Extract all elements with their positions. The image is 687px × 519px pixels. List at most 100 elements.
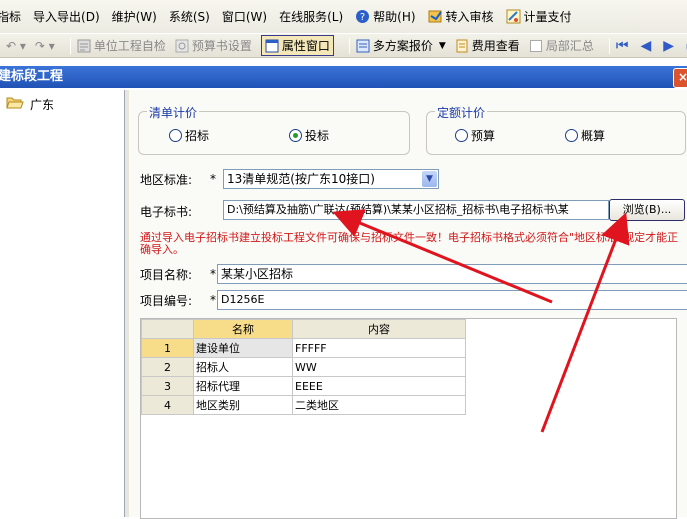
column-header-content[interactable]: 内容 bbox=[292, 319, 466, 339]
prev-page-icon[interactable]: ◀ bbox=[640, 38, 651, 54]
svg-text:?: ? bbox=[360, 12, 365, 23]
menu-item-transfer-audit[interactable]: 转入审核 bbox=[428, 8, 494, 25]
menu-item-help[interactable]: ? 帮助(H) bbox=[355, 8, 416, 25]
row-number: 2 bbox=[141, 357, 194, 377]
unit-check-icon bbox=[77, 39, 91, 53]
project-code-field[interactable]: D1256E bbox=[217, 290, 687, 310]
chevron-down-icon[interactable]: ▼ bbox=[422, 171, 437, 187]
toolbar-separator bbox=[348, 37, 350, 54]
cell-name[interactable]: 招标人 bbox=[193, 357, 293, 377]
attr-window-button[interactable]: 属性窗口 bbox=[260, 35, 334, 56]
bill-pricing-title: 清单计价 bbox=[147, 104, 200, 121]
table-row[interactable]: 2 招标人 WW bbox=[141, 357, 466, 377]
cell-name[interactable]: 招标代理 bbox=[193, 376, 293, 396]
row-number: 4 bbox=[141, 395, 194, 415]
attr-window-icon bbox=[265, 39, 279, 53]
info-grid: 名称 内容 1 建设单位 FFFFF 2 招标人 WW 3 招标代理 EEEE … bbox=[140, 318, 677, 519]
close-icon[interactable]: × bbox=[673, 68, 687, 88]
tree-node-label: 广东 bbox=[28, 95, 57, 113]
table-header-row: 名称 内容 bbox=[141, 319, 466, 339]
quota-pricing-title: 定额计价 bbox=[435, 104, 488, 121]
project-code-label: 项目编号: bbox=[140, 294, 193, 308]
form-panel: 清单计价 招标 投标 定额计价 预算 概算 地区标准: * 13清单规范(按广东… bbox=[129, 90, 687, 519]
menu-item-indicator[interactable]: 指标 bbox=[0, 8, 21, 25]
toolbar-separator bbox=[69, 37, 71, 54]
bill-pricing-group: 清单计价 招标 投标 bbox=[138, 104, 410, 155]
local-sum-checkbox-icon[interactable] bbox=[529, 39, 543, 53]
radio-tender[interactable]: 招标 bbox=[169, 127, 209, 144]
menu-item-system[interactable]: 系统(S) bbox=[169, 8, 210, 25]
column-header-name[interactable]: 名称 bbox=[193, 319, 293, 339]
browse-button[interactable]: 浏览(B)... bbox=[609, 199, 685, 221]
undo-button[interactable]: ↶ ▾ bbox=[6, 39, 26, 53]
payment-icon bbox=[506, 9, 521, 24]
info-table: 名称 内容 1 建设单位 FFFFF 2 招标人 WW 3 招标代理 EEEE … bbox=[141, 319, 466, 415]
menu-item-maintain[interactable]: 维护(W) bbox=[112, 8, 157, 25]
toolbar: ↶ ▾ ↷ ▾ 单位工程自检 预算书设置 属性窗口 多方案报价 ▼ 费用查看 局… bbox=[0, 33, 687, 58]
menu-item-payment[interactable]: 计量支付 bbox=[506, 8, 572, 25]
window-titlebar: 建标段工程 × bbox=[0, 66, 687, 88]
radio-estimate-circle bbox=[565, 129, 578, 142]
project-name-field[interactable]: 某某小区招标 bbox=[217, 264, 687, 284]
radio-tender-circle bbox=[169, 129, 182, 142]
cell-content[interactable]: 二类地区 bbox=[292, 395, 466, 415]
attr-window-label: 属性窗口 bbox=[281, 39, 330, 53]
cell-name[interactable]: 建设单位 bbox=[193, 338, 293, 358]
fee-view-icon bbox=[455, 39, 469, 53]
next-page-icon[interactable]: ▶ bbox=[663, 38, 674, 54]
first-page-icon[interactable]: ⏮ bbox=[616, 38, 629, 54]
table-row[interactable]: 3 招标代理 EEEE bbox=[141, 376, 466, 396]
redo-button[interactable]: ↷ ▾ bbox=[35, 39, 55, 53]
table-row[interactable]: 4 地区类别 二类地区 bbox=[141, 395, 466, 415]
unit-check-label: 单位工程自检 bbox=[93, 39, 166, 53]
transfer-audit-icon bbox=[428, 9, 443, 24]
book-setting-icon bbox=[175, 39, 189, 53]
help-icon: ? bbox=[355, 9, 370, 24]
radio-budget[interactable]: 预算 bbox=[455, 127, 495, 144]
radio-bid-circle bbox=[289, 129, 302, 142]
table-row[interactable]: 1 建设单位 FFFFF bbox=[141, 338, 466, 358]
menu-item-import-export[interactable]: 导入导出(D) bbox=[33, 8, 100, 25]
menu-item-online-service[interactable]: 在线服务(L) bbox=[279, 8, 343, 25]
cell-content[interactable]: FFFFF bbox=[292, 338, 466, 358]
row-number: 1 bbox=[141, 338, 194, 358]
quota-pricing-group: 定额计价 预算 概算 bbox=[426, 104, 686, 155]
multi-quote-chevron-down-icon[interactable]: ▼ bbox=[439, 41, 446, 51]
radio-estimate[interactable]: 概算 bbox=[565, 127, 605, 144]
unit-check-button[interactable]: 单位工程自检 bbox=[77, 37, 166, 54]
radio-bid-label: 投标 bbox=[305, 129, 330, 143]
import-warning: 通过导入电子招标书建立投标工程文件可确保与招标文件一致！电子招标书格式必须符合"… bbox=[140, 231, 679, 256]
book-setting-button[interactable]: 预算书设置 bbox=[175, 37, 252, 54]
menu-item-payment-label: 计量支付 bbox=[523, 10, 572, 24]
radio-budget-circle bbox=[455, 129, 468, 142]
region-tree: 广东 bbox=[0, 90, 125, 517]
fee-view-button[interactable]: 费用查看 bbox=[455, 37, 520, 54]
local-sum-label: 局部汇总 bbox=[545, 39, 594, 53]
ebook-path-field[interactable]: D:\预结算及抽筋\广联达(预结算)\某某小区招标_招标书\电子招标书\某 bbox=[223, 200, 609, 220]
cell-content[interactable]: WW bbox=[292, 357, 466, 377]
region-select[interactable]: 13清单规范(按广东10接口) ▼ bbox=[223, 169, 439, 189]
tree-node-guangdong[interactable]: 广东 bbox=[6, 95, 57, 113]
radio-budget-label: 预算 bbox=[471, 129, 496, 143]
book-setting-label: 预算书设置 bbox=[191, 39, 252, 53]
project-name-label: 项目名称: bbox=[140, 268, 193, 282]
radio-bid[interactable]: 投标 bbox=[289, 127, 329, 144]
region-select-value: 13清单规范(按广东10接口) bbox=[227, 172, 375, 186]
radio-estimate-label: 概算 bbox=[581, 129, 606, 143]
radio-tender-label: 招标 bbox=[185, 129, 210, 143]
menu-item-window[interactable]: 窗口(W) bbox=[222, 8, 267, 25]
required-mark: * bbox=[210, 267, 216, 281]
cell-name[interactable]: 地区类别 bbox=[193, 395, 293, 415]
fee-view-label: 费用查看 bbox=[471, 39, 520, 53]
menu-bar: 指标 导入导出(D) 维护(W) 系统(S) 窗口(W) 在线服务(L) ? 帮… bbox=[0, 0, 687, 33]
row-number: 3 bbox=[141, 376, 194, 396]
multi-quote-button[interactable]: 多方案报价 ▼ bbox=[356, 37, 446, 54]
required-mark: * bbox=[210, 172, 216, 186]
cell-content[interactable]: EEEE bbox=[292, 376, 466, 396]
ebook-label: 电子标书: bbox=[140, 205, 193, 219]
menu-item-transfer-audit-label: 转入审核 bbox=[445, 10, 494, 24]
multi-quote-label: 多方案报价 bbox=[372, 39, 433, 53]
region-label: 地区标准: bbox=[140, 173, 193, 187]
local-sum-button[interactable]: 局部汇总 bbox=[529, 37, 594, 54]
menu-item-help-label: 帮助(H) bbox=[373, 10, 416, 24]
